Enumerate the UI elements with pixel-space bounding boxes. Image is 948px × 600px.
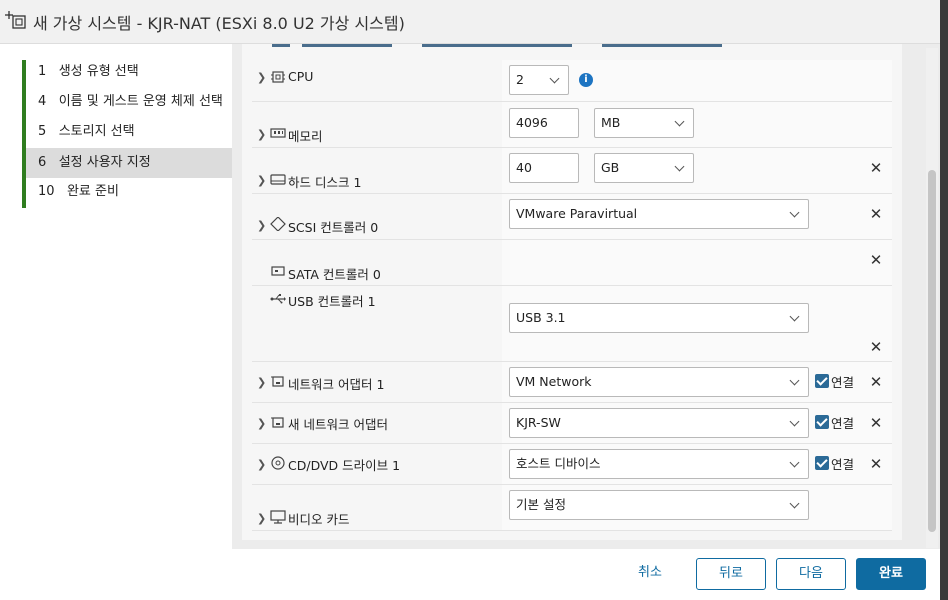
hard-disk-label: 하드 디스크 1 [288, 175, 362, 190]
step-label: 이름 및 게스트 운영 체제 선택 [58, 94, 223, 109]
remove-new-network-adapter-icon[interactable]: ✕ [869, 416, 883, 431]
new-vm-icon [5, 11, 26, 29]
step-number: 6 [38, 155, 47, 170]
hardware-row-video-card: ❯ 비디오 카드 기본 설정 [252, 485, 892, 531]
hardware-row-sata: SATA 컨트롤러 0 ✕ [252, 240, 892, 286]
hardware-row-network-adapter-1: ❯ 네트워크 어댑터 1 VM Network 연결 ✕ [252, 362, 892, 403]
cd-dvd-icon [271, 456, 285, 470]
step-label: 스토리지 선택 [58, 124, 135, 139]
memory-icon [270, 128, 286, 138]
memory-label: 메모리 [288, 129, 323, 144]
cd-dvd-media-select[interactable]: 호스트 디바이스 [509, 449, 809, 479]
step-number: 1 [38, 64, 47, 79]
step-number: 10 [38, 184, 55, 199]
hardware-row-new-network-adapter: ❯ 새 네트워크 어댑터 KJR-SW 연결 ✕ [252, 403, 892, 444]
disk-unit-select[interactable]: GB [594, 153, 694, 183]
next-button[interactable]: 다음 [776, 558, 846, 590]
memory-unit-select[interactable]: MB [594, 108, 694, 138]
hardware-row-cd-dvd: ❯ CD/DVD 드라이브 1 호스트 디바이스 연결 ✕ [252, 444, 892, 485]
step-number: 4 [38, 94, 47, 109]
step-item-select-type[interactable]: 1 생성 유형 선택 [26, 57, 232, 87]
dialog-title: 새 가상 시스템 - KJR-NAT (ESXi 8.0 U2 가상 시스템) [33, 14, 405, 33]
dialog-titlebar: 새 가상 시스템 - KJR-NAT (ESXi 8.0 U2 가상 시스템) [0, 0, 940, 44]
step-label: 완료 준비 [66, 184, 119, 199]
connect-label: 연결 [831, 416, 855, 431]
remove-scsi-icon[interactable]: ✕ [869, 207, 883, 222]
network-adapter-1-select[interactable]: VM Network [509, 367, 809, 397]
step-label: 설정 사용자 지정 [58, 155, 151, 170]
hardware-row-cpu: ❯ CPU 2 i [252, 60, 892, 102]
usb-icon [270, 294, 286, 304]
remove-hard-disk-icon[interactable]: ✕ [869, 161, 883, 176]
sata-icon [271, 266, 285, 276]
network-adapter-icon [271, 417, 284, 428]
hardware-row-memory: ❯ 메모리 4096 MB [252, 102, 892, 148]
scsi-type-select[interactable]: VMware Paravirtual [509, 199, 809, 229]
usb-type-select[interactable]: USB 3.1 [509, 303, 809, 333]
back-button[interactable]: 뒤로 [696, 558, 766, 590]
step-item-ready[interactable]: 10 완료 준비 [26, 177, 232, 207]
chevron-right-icon[interactable]: ❯ [257, 512, 267, 525]
connect-checkbox[interactable] [815, 374, 829, 388]
chevron-right-icon[interactable]: ❯ [257, 71, 267, 84]
finish-button[interactable]: 완료 [856, 558, 926, 590]
remove-sata-icon[interactable]: ✕ [869, 253, 883, 268]
connect-checkbox[interactable] [815, 456, 829, 470]
cpu-label: CPU [288, 69, 314, 84]
usb-label: USB 컨트롤러 1 [288, 294, 376, 309]
scrolled-toolbar-remnant [262, 44, 722, 50]
disk-size-input[interactable]: 40 [509, 153, 579, 183]
new-vm-dialog: 새 가상 시스템 - KJR-NAT (ESXi 8.0 U2 가상 시스템) … [0, 0, 940, 600]
scsi-icon [270, 217, 286, 231]
step-number: 5 [38, 124, 47, 139]
step-label: 생성 유형 선택 [58, 64, 139, 79]
network-adapter-icon [271, 376, 284, 387]
connect-checkbox[interactable] [815, 415, 829, 429]
hardware-row-hard-disk: ❯ 하드 디스크 1 40 GB ✕ [252, 148, 892, 194]
connect-label: 연결 [831, 457, 855, 472]
hardware-row-usb: USB 컨트롤러 1 USB 3.1 ✕ [252, 286, 892, 362]
scrollbar-thumb[interactable] [928, 170, 936, 532]
video-card-label: 비디오 카드 [288, 512, 350, 527]
remove-network-adapter-1-icon[interactable]: ✕ [869, 375, 883, 390]
network-adapter-1-label: 네트워크 어댑터 1 [288, 377, 385, 392]
background-strip [940, 0, 948, 600]
remove-usb-icon[interactable]: ✕ [869, 340, 883, 355]
connect-label: 연결 [831, 375, 855, 390]
dialog-footer: 취소 뒤로 다음 완료 [0, 549, 940, 600]
chevron-right-icon[interactable]: ❯ [257, 128, 267, 141]
monitor-icon [270, 510, 286, 524]
virtual-hardware-panel[interactable]: ❯ CPU 2 i ❯ 메모리 4096 MB ❯ 하드 디스크 1 40 GB… [242, 44, 902, 540]
chevron-right-icon[interactable]: ❯ [257, 458, 267, 471]
cd-dvd-label: CD/DVD 드라이브 1 [288, 458, 401, 473]
chevron-right-icon[interactable]: ❯ [257, 174, 267, 187]
settings-content: ❯ CPU 2 i ❯ 메모리 4096 MB ❯ 하드 디스크 1 40 GB… [232, 44, 940, 549]
info-icon[interactable]: i [579, 73, 593, 87]
chevron-right-icon[interactable]: ❯ [257, 219, 267, 232]
cpu-count-select[interactable]: 2 [509, 65, 569, 95]
new-network-adapter-label: 새 네트워크 어댑터 [288, 417, 388, 432]
step-item-name-os[interactable]: 4 이름 및 게스트 운영 체제 선택 [26, 87, 232, 117]
hardware-row-scsi: ❯ SCSI 컨트롤러 0 VMware Paravirtual ✕ [252, 194, 892, 240]
memory-size-input[interactable]: 4096 [509, 108, 579, 138]
video-card-select[interactable]: 기본 설정 [509, 490, 809, 520]
step-item-storage[interactable]: 5 스토리지 선택 [26, 117, 232, 147]
new-network-adapter-select[interactable]: KJR-SW [509, 408, 809, 438]
chevron-right-icon[interactable]: ❯ [257, 417, 267, 430]
step-item-customize[interactable]: 6 설정 사용자 지정 [26, 148, 232, 178]
cpu-icon [271, 71, 285, 83]
hard-disk-icon [270, 174, 286, 185]
remove-cd-dvd-icon[interactable]: ✕ [869, 457, 883, 472]
wizard-steps: 1 생성 유형 선택 4 이름 및 게스트 운영 체제 선택 5 스토리지 선택… [0, 44, 232, 549]
scsi-label: SCSI 컨트롤러 0 [288, 220, 379, 235]
chevron-right-icon[interactable]: ❯ [257, 376, 267, 389]
sata-label: SATA 컨트롤러 0 [288, 267, 381, 282]
cancel-button[interactable]: 취소 [620, 558, 680, 590]
